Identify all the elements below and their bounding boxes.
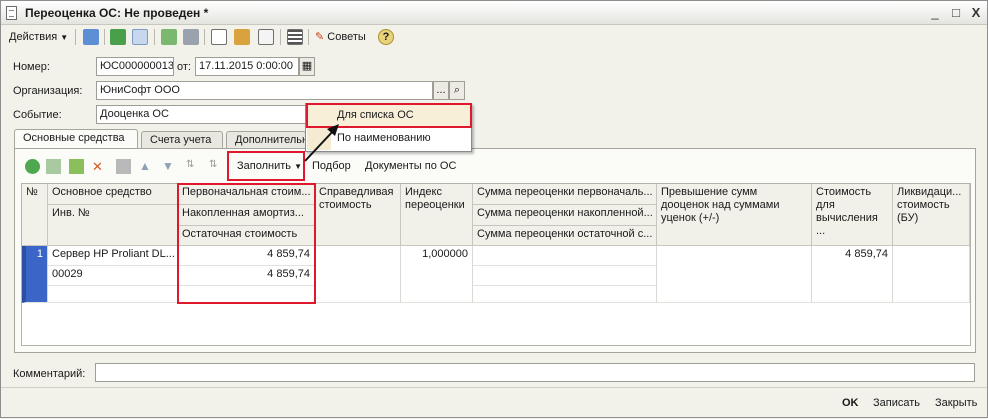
comment-label: Комментарий: [13,368,86,380]
document-window: Переоценка ОС: Не проведен * _ □ X Дейст… [0,0,988,418]
comment-field[interactable] [95,363,975,382]
save-button[interactable]: Записать [873,395,920,411]
footer-divider [1,387,987,388]
annotation-arrow-icon [304,124,339,162]
close-button[interactable]: Закрыть [935,395,977,411]
ok-button[interactable]: OK [842,395,859,411]
